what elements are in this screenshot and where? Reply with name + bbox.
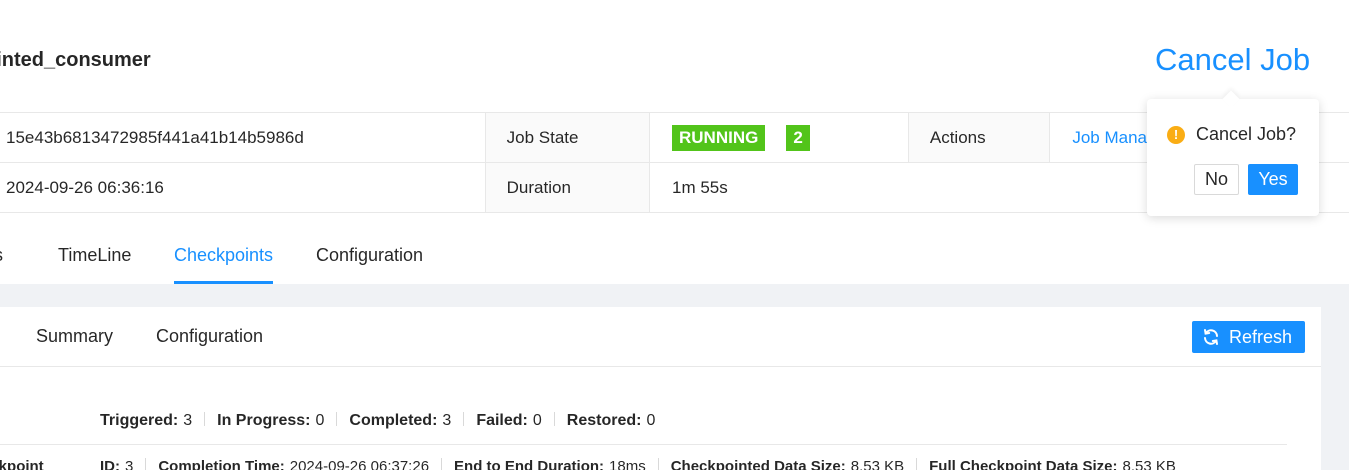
detail-value: 8.53 KB (850, 458, 905, 470)
cancel-job-button[interactable]: Cancel Job (1155, 42, 1310, 78)
divider (336, 412, 338, 426)
count-value: 0 (532, 412, 542, 429)
checkpoint-counts: Triggered: 3 In Progress: 0 Completed: 3 Fa… (100, 412, 655, 430)
latest-checkpoint-details: ID: 3 Completion Time: 2024-09-26 06:37:26… (100, 458, 1176, 470)
divider (145, 458, 147, 470)
refresh-label: Refresh (1229, 326, 1293, 347)
detail-label: Checkpointed Data Size: (670, 458, 846, 470)
status-badge-running: RUNNING (672, 124, 766, 151)
task-count-badge: 2 (786, 124, 810, 151)
divider (204, 412, 206, 426)
refresh-icon (1204, 329, 1218, 345)
tab-checkpoint-configuration[interactable]: Configuration (156, 326, 263, 347)
job-state-label: Job State (484, 113, 650, 162)
detail-value: 8.53 KB (1122, 458, 1176, 470)
refresh-button[interactable]: Refresh (1192, 321, 1305, 353)
detail-value: 2024-09-26 06:37:26 (289, 458, 430, 470)
start-time-value: 2024-09-26 06:36:16 (6, 177, 164, 197)
end-to-end-duration: End to End Duration: 18ms (454, 458, 646, 470)
duration-label: Duration (484, 163, 650, 212)
checkpointed-data-size: Checkpointed Data Size: 8.53 KB (671, 458, 904, 470)
count-triggered: Triggered: 3 (100, 412, 192, 430)
detail-value: 3 (125, 458, 134, 470)
popconfirm-title: Cancel Job? (1196, 124, 1297, 144)
divider (553, 412, 555, 426)
divider (657, 458, 659, 470)
count-completed: Completed: 3 (349, 412, 451, 430)
divider (441, 458, 443, 470)
divider (463, 412, 465, 426)
count-label: Failed: (476, 412, 528, 429)
duration-value: 1m 55s (672, 177, 728, 197)
count-label: In Progress: (217, 412, 311, 429)
job-id-value: 15e43b6813472985f441a41b14b5986d (6, 127, 304, 147)
top-navigation-bar (0, 0, 1349, 14)
tab-summary[interactable]: Summary (36, 326, 113, 347)
count-restored: Restored: 0 (567, 412, 656, 430)
detail-label: End to End Duration: (454, 458, 605, 470)
yes-button[interactable]: Yes (1248, 164, 1298, 195)
completion-time: Completion Time: 2024-09-26 06:37:26 (158, 458, 429, 470)
count-failed: Failed: 0 (476, 412, 541, 430)
checkpoint-subtabs: Summary Configuration Refresh (0, 307, 1321, 367)
latest-checkpoint-label: eckpoint (0, 458, 44, 470)
job-tabs: ns TimeLine Checkpoints Configuration (0, 228, 1349, 284)
cancel-job-popconfirm: ! Cancel Job? No Yes (1147, 90, 1319, 216)
exclamation-circle-icon: ! (1167, 125, 1185, 144)
no-button[interactable]: No (1194, 164, 1239, 195)
divider (916, 458, 918, 470)
checkpoints-card: Summary Configuration Refresh Triggered:… (0, 307, 1321, 470)
job-state-value: RUNNING 2 (650, 113, 908, 162)
latest-checkpoint-row: eckpoint ID: 3 Completion Time: 2024-09-26… (0, 444, 1287, 470)
popconfirm-message: ! Cancel Job? (1167, 124, 1296, 145)
tab-exceptions[interactable]: ns (0, 228, 3, 284)
tab-timeline[interactable]: TimeLine (58, 228, 131, 284)
count-label: Restored: (566, 412, 642, 429)
detail-value: 18ms (609, 458, 646, 470)
detail-label: Completion Time: (158, 458, 285, 470)
actions-label: Actions (907, 113, 1051, 162)
detail-label: Full Checkpoint Data Size: (929, 458, 1118, 470)
count-value: 0 (646, 412, 656, 429)
job-name-title: ointed_consumer (0, 49, 151, 71)
checkpoint-id: ID: 3 (100, 458, 133, 470)
empty-cell (908, 163, 1050, 212)
count-value: 0 (315, 412, 325, 429)
count-label: Triggered: (100, 412, 179, 429)
tab-checkpoints[interactable]: Checkpoints (174, 228, 274, 284)
count-in-progress: In Progress: 0 (217, 412, 324, 430)
count-label: Completed: (349, 412, 438, 429)
full-checkpoint-data-size: Full Checkpoint Data Size: 8.53 KB (929, 458, 1176, 470)
detail-label: ID: (100, 458, 120, 470)
tab-configuration[interactable]: Configuration (316, 228, 423, 284)
count-value: 3 (183, 412, 193, 429)
count-value: 3 (442, 412, 452, 429)
